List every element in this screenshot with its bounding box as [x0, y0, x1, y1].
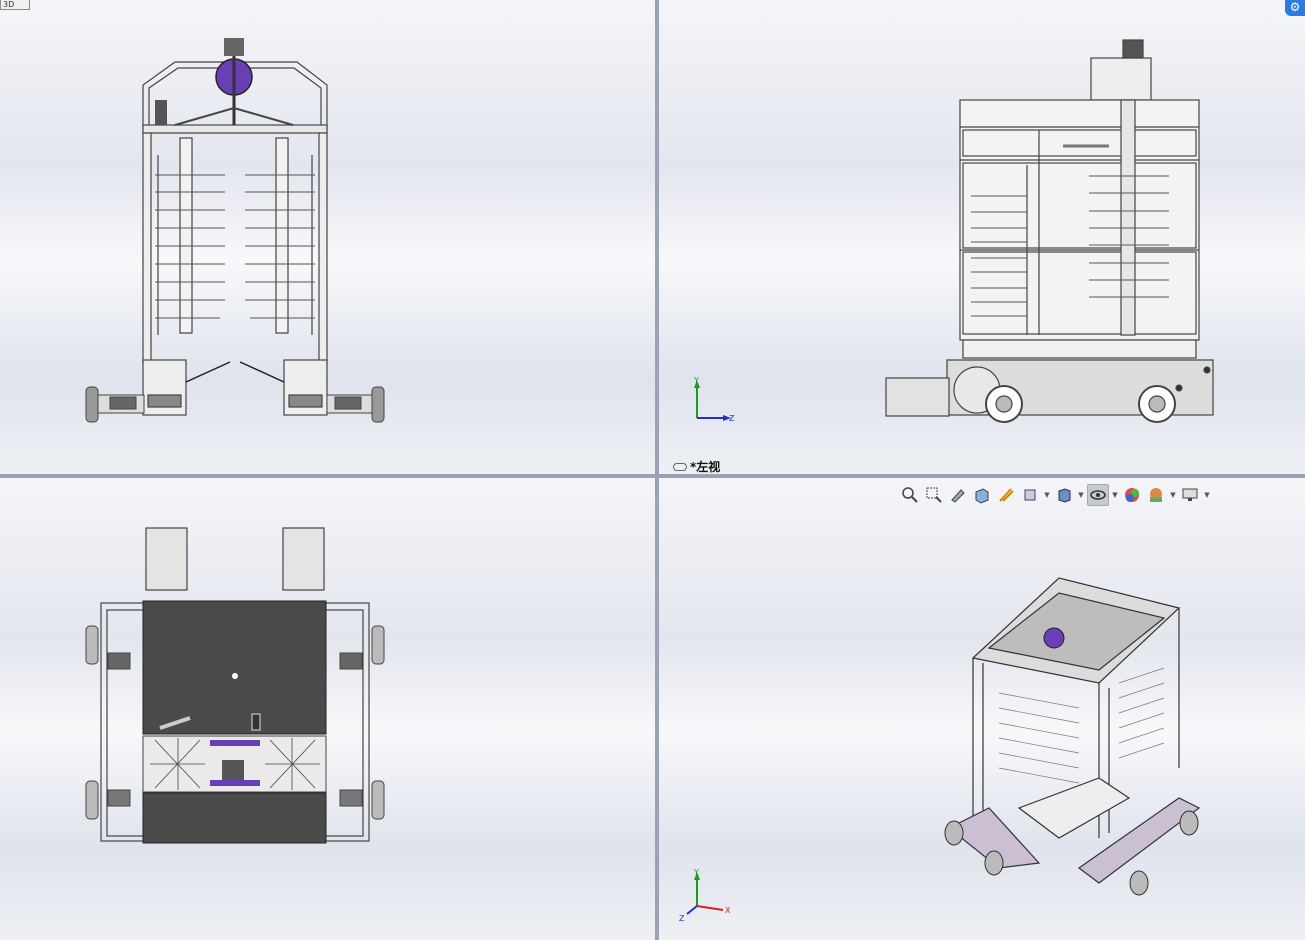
triad-y-label: Y: [693, 868, 699, 877]
viewport-splitter-vertical[interactable]: [655, 0, 659, 940]
viewport-left-view[interactable]: ⚙ Y Z *左视: [659, 0, 1305, 474]
edit-appearance-icon[interactable]: [1121, 484, 1143, 506]
viewport-isometric[interactable]: ▼ ▼ ▼ ▼ ▼ Y X Z: [659, 478, 1305, 940]
view-tag: 3D: [0, 0, 30, 10]
section-view-icon[interactable]: [971, 484, 993, 506]
view-orientation-icon[interactable]: [1019, 484, 1041, 506]
dynamic-annotation-icon[interactable]: [995, 484, 1017, 506]
hide-show-items-icon[interactable]: [1087, 484, 1109, 506]
top-view-drawing: [85, 527, 385, 844]
viewport-menu-icon[interactable]: ⚙: [1285, 0, 1305, 16]
triad-z-label: Z: [729, 414, 735, 423]
view-settings-icon[interactable]: [1179, 484, 1201, 506]
triad-x-label: X: [725, 906, 731, 915]
previous-view-icon[interactable]: [947, 484, 969, 506]
view-settings-dropdown[interactable]: ▼: [1203, 484, 1211, 506]
zoom-area-icon[interactable]: [923, 484, 945, 506]
viewport-splitter-horizontal[interactable]: [0, 474, 1305, 478]
view-name-text: *左视: [690, 460, 721, 474]
apply-scene-dropdown[interactable]: ▼: [1169, 484, 1177, 506]
left-view-drawing: Y Z: [693, 39, 1214, 423]
zoom-to-fit-icon[interactable]: [899, 484, 921, 506]
front-view-drawing: [85, 38, 385, 423]
hide-show-dropdown[interactable]: ▼: [1111, 484, 1119, 506]
link-icon: [673, 462, 687, 471]
viewport-top-view[interactable]: [0, 478, 655, 940]
triad-y-label: Y: [693, 376, 699, 385]
view-orientation-dropdown[interactable]: ▼: [1043, 484, 1051, 506]
display-style-icon[interactable]: [1053, 484, 1075, 506]
viewport-front[interactable]: 3D: [0, 0, 655, 474]
view-name: *左视: [673, 458, 720, 474]
triad-z-label: Z: [679, 914, 685, 923]
display-style-dropdown[interactable]: ▼: [1077, 484, 1085, 506]
apply-scene-icon[interactable]: [1145, 484, 1167, 506]
heads-up-view-toolbar: ▼ ▼ ▼ ▼ ▼: [899, 484, 1211, 506]
isometric-view-drawing: Y X Z: [679, 577, 1201, 923]
